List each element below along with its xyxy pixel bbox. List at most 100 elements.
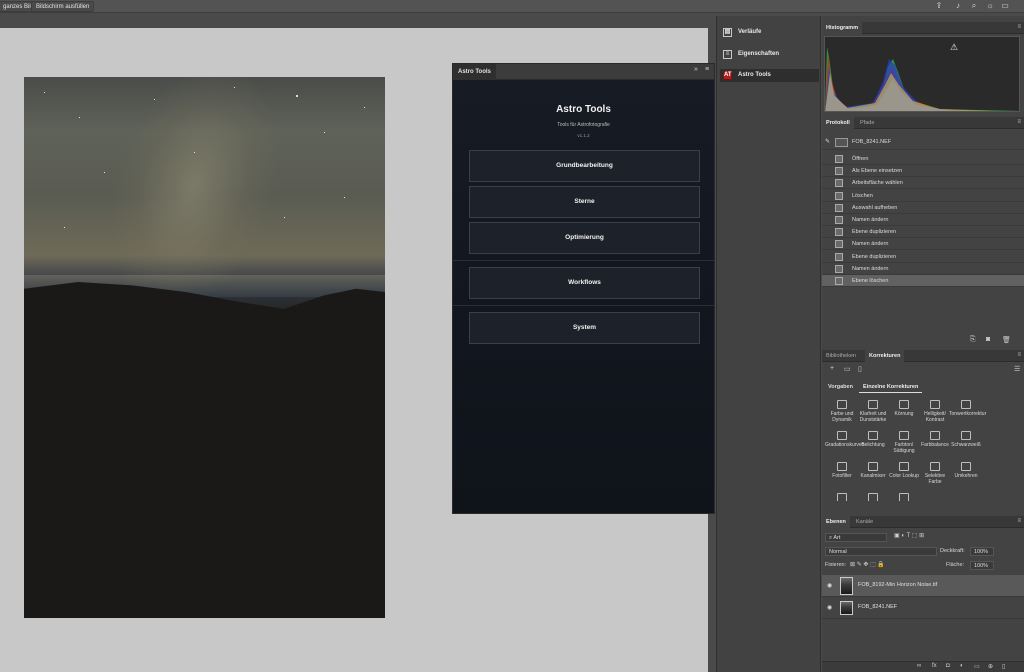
correction-item[interactable]: Kanalmixer [856, 462, 890, 479]
dock-item-eigenschaften[interactable]: ≡ Eigenschaften [720, 48, 819, 61]
history-step[interactable]: Ebene duplizieren [822, 226, 1024, 239]
lock-icons[interactable]: ⊠ ✎ ✥ ⬚ 🔒 [850, 561, 885, 568]
subtab-vorgaben[interactable]: Vorgaben [824, 381, 857, 393]
fill-label: Fläche: [946, 562, 965, 568]
eye-icon[interactable]: ◉ [827, 604, 832, 611]
tab-kanaele[interactable]: Kanäle [852, 516, 877, 528]
correction-icon [930, 431, 940, 440]
system-button[interactable]: System [469, 312, 700, 344]
correction-label: Fotofilter [832, 473, 852, 479]
camera-icon[interactable]: ◙ [986, 336, 990, 343]
correction-item[interactable]: Gradationskurven [825, 431, 864, 448]
history-step[interactable]: Auswahl aufheben [822, 202, 1024, 214]
correction-icon [930, 462, 940, 471]
correction-item[interactable]: Verlaufsumsetzung [887, 493, 921, 501]
collapse-icon[interactable]: » [694, 66, 698, 73]
trash-icon[interactable]: ▯ [1002, 663, 1005, 670]
adjustment-icon[interactable]: ◐ [960, 663, 964, 669]
fill-field[interactable]: 100% [970, 561, 994, 570]
blend-mode-select[interactable]: Normal [825, 547, 937, 556]
new-layer-icon[interactable]: ⊕ [988, 663, 993, 670]
fill-screen-button[interactable]: Bildschirm ausfüllen [31, 1, 95, 12]
fx-icon[interactable]: fx [932, 663, 937, 669]
history-snapshot[interactable]: ✎ FOB_8241.NEF [822, 135, 1024, 150]
correction-item[interactable]: Color Lookup [887, 462, 921, 479]
correction-item[interactable]: Tontrennung [825, 493, 859, 501]
correction-item[interactable]: Umkehren [949, 462, 983, 479]
tab-korrekturen[interactable]: Korrekturen [865, 350, 905, 362]
correction-item[interactable]: Klarheit und Dunststärke [856, 400, 890, 423]
link-icon[interactable]: ∞ [917, 663, 921, 669]
tab-histogramm[interactable]: Histogramm [822, 22, 863, 34]
correction-item[interactable]: Körnung [887, 400, 921, 417]
dock-item-astro-tools[interactable]: AT Astro Tools [720, 69, 819, 82]
correction-item[interactable]: Tonwertkorrektur [949, 400, 986, 417]
tab-bibliotheken[interactable]: Bibliotheken [822, 350, 860, 362]
correction-icon [837, 431, 847, 440]
astro-tools-panel: Astro Tools » ≡ Astro Tools Tools für As… [452, 63, 715, 514]
history-step[interactable]: Arbeitsfläche wählen [822, 177, 1024, 190]
correction-item[interactable]: Selektive Farbe [918, 462, 952, 485]
optimierung-button[interactable]: Optimierung [469, 222, 700, 254]
panel-menu-icon[interactable]: ≡ [1017, 518, 1021, 524]
astro-tools-tab[interactable]: Astro Tools [453, 64, 496, 80]
panel-menu-icon[interactable]: ≡ [1017, 24, 1021, 30]
workspace-icon[interactable]: ▭ [1000, 1, 1010, 11]
tab-protokoll[interactable]: Protokoll [822, 117, 854, 129]
folder-icon[interactable]: ▭ [844, 365, 851, 373]
opacity-field[interactable]: 100% [970, 547, 994, 556]
corrections-tabbar: Bibliotheken Korrekturen ≡ [822, 350, 1024, 362]
brightness-icon[interactable]: ☼ [985, 1, 995, 11]
layer-filter-select[interactable]: ⌕ Art [825, 533, 887, 542]
panel-menu-icon[interactable]: ≡ [705, 66, 709, 73]
tab-ebenen[interactable]: Ebenen [822, 516, 850, 528]
search-icon[interactable]: ⌕ [969, 1, 979, 11]
correction-item[interactable]: Farbton/ Sättigung [887, 431, 921, 454]
workflows-button[interactable]: Workflows [469, 267, 700, 299]
history-step[interactable]: Namen ändern [822, 238, 1024, 251]
list-view-icon[interactable]: ☰ [1014, 365, 1020, 373]
correction-item[interactable]: Belichtung [856, 431, 890, 448]
correction-item[interactable]: Farbe und Dynamik [825, 400, 859, 423]
correction-icon [837, 493, 847, 501]
histogram-graph: ⚠ [824, 36, 1020, 112]
tab-pfade[interactable]: Pfade [856, 117, 878, 129]
correction-item[interactable]: Schwarzweiß [949, 431, 983, 448]
history-step[interactable]: Löschen [822, 190, 1024, 202]
correction-item[interactable]: Schwellenwert [856, 493, 890, 501]
mask-icon[interactable]: ◘ [946, 663, 950, 669]
group-icon[interactable]: ▭ [974, 663, 980, 670]
sterne-button[interactable]: Sterne [469, 186, 700, 218]
new-document-from-state-icon[interactable]: ⎘ [970, 336, 976, 344]
document-icon [835, 179, 843, 188]
filter-pixel-icon[interactable]: ▣ ◐ T ⬚ ⊞ [894, 532, 924, 539]
history-step[interactable]: Namen ändern [822, 214, 1024, 226]
correction-label: Farbe und Dynamik [830, 411, 854, 423]
dock-item-verlaeufe[interactable]: ▤ Verläufe [720, 26, 819, 39]
history-step[interactable]: Ebene duplizieren [822, 251, 1024, 263]
bell-icon[interactable]: ♪ [953, 1, 963, 11]
trash-icon[interactable]: ▯ [858, 365, 862, 373]
trash-icon[interactable]: 🗑 [1002, 336, 1011, 344]
history-step[interactable]: Als Ebene einsetzen [822, 165, 1024, 178]
history-step[interactable]: Namen ändern [822, 263, 1024, 275]
history-step[interactable]: Öffnen [822, 153, 1024, 165]
grundbearbeitung-button[interactable]: Grundbearbeitung [469, 150, 700, 182]
layer-row[interactable]: ◉ FOB_8241.NEF [822, 597, 1024, 619]
add-icon[interactable]: + [830, 365, 834, 372]
eye-icon[interactable]: ◉ [827, 582, 832, 589]
correction-item[interactable]: Farbbalance [918, 431, 952, 448]
history-tabbar: Protokoll Pfade ≡ [822, 117, 1024, 129]
share-icon[interactable]: ⇪ [934, 1, 944, 11]
panel-menu-icon[interactable]: ≡ [1017, 352, 1021, 358]
layer-row[interactable]: ◉ FOB_8192-Min Horizon Noise.tif [822, 575, 1024, 597]
subtab-einzelne-korrekturen[interactable]: Einzelne Korrekturen [859, 381, 923, 393]
panel-menu-icon[interactable]: ≡ [1017, 119, 1021, 125]
history-step-label: Namen ändern [852, 241, 889, 248]
warning-icon: ⚠ [950, 43, 958, 53]
correction-item[interactable]: Fotofilter [825, 462, 859, 479]
correction-item[interactable]: Helligkeit/ Kontrast [918, 400, 952, 423]
history-step-label: Ebene löschen [852, 278, 889, 284]
correction-label: Color Lookup [889, 473, 919, 479]
history-step[interactable]: Ebene löschen [822, 275, 1024, 287]
